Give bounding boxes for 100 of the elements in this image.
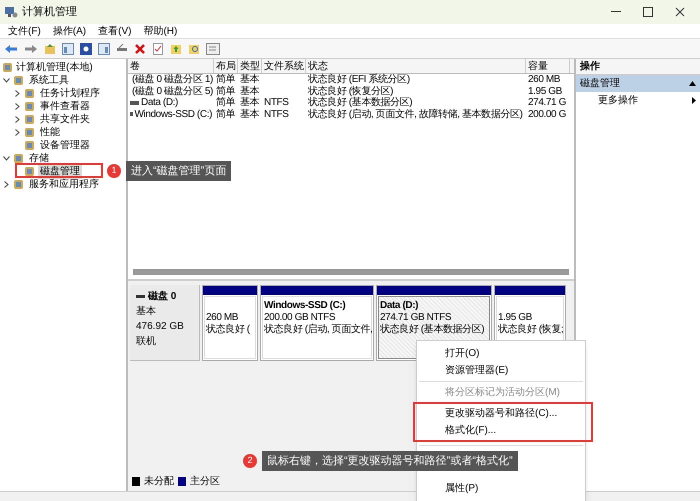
menu-item[interactable]: 查看(V) [94,24,136,38]
column-header[interactable]: 卷 [128,59,214,73]
table-cell-text: 简单 [216,84,236,97]
maximize-icon [643,7,653,17]
horizontal-scrollbar[interactable] [133,269,569,275]
collapsed-caret-icon[interactable] [4,181,8,188]
disk-name: 磁盘 0 [148,290,176,304]
menu-item[interactable]: 资源管理器(E) [417,363,585,378]
section-title: 磁盘管理 [580,77,620,91]
collapsed-caret-icon[interactable] [14,129,20,136]
table-cell-text: 状态良好 (EFI 系统分区) [308,72,410,86]
tree-node-icon [24,101,35,112]
tree-item[interactable]: 任务计划程序 [38,86,102,101]
submenu-arrow-icon [692,96,696,104]
partition-block[interactable]: 260 MB 状态良好 ( [202,285,258,361]
action-item[interactable]: 更多操作 [576,92,700,108]
column-header[interactable]: 状态 [306,59,526,73]
forward-arrow-icon[interactable] [24,44,38,54]
collapsed-caret-icon[interactable] [14,103,20,110]
collapsed-caret-icon[interactable] [14,116,20,123]
table-cell-text: 基本 [240,96,260,108]
menu-item[interactable]: 格式化(F)... [417,423,591,438]
table-cell-text: NTFS [264,96,289,110]
table-cell-text: 状态良好 (恢复分区) [308,84,394,97]
annotation-callout: 进入“磁盘管理”页面 [126,161,232,181]
column-header[interactable]: 容量 [526,59,570,73]
checklist-icon[interactable] [152,42,164,54]
tree-node-icon [13,75,24,86]
expanded-caret-icon[interactable] [2,156,10,161]
collapsed-caret-icon[interactable] [14,90,20,97]
tree-item[interactable]: 计算机管理(本地) [16,60,93,75]
search-folder-icon[interactable] [188,42,200,54]
tree-node-icon [13,153,24,164]
table-cell-text: NTFS [264,108,289,122]
tree-item[interactable]: 设备管理器 [38,138,92,153]
partition-header-bar [203,286,257,295]
disk-status: 联机 [136,334,157,349]
back-arrow-icon[interactable] [4,44,18,54]
disk-size: 476.92 GB [136,320,185,334]
tree-item[interactable]: 系统工具 [27,73,71,88]
table-cell-text: 状态良好 (启动, 页面文件, 故障转储, 基本数据分区) [308,108,523,122]
menu-item[interactable]: 帮助(H) [139,24,182,38]
tree-item[interactable]: 服务和应用程序 [27,177,101,192]
folder-up-icon[interactable] [44,42,56,54]
expanded-caret-icon[interactable] [2,78,10,83]
panel-icon[interactable] [98,42,110,54]
partition-title: Windows-SSD (C:) [264,300,346,312]
partition-block[interactable]: Windows-SSD (C:) 200.00 GB NTFS 状态良好 (启动, 页面文件, [260,285,374,361]
table-cell-text: 基本 [240,72,260,86]
table-cell-text: 基本 [240,108,260,122]
column-header[interactable]: 布局 [214,59,238,73]
table-cell-text: Data (D:) [141,96,178,110]
tree-node-icon [24,166,35,177]
volume-icon [130,112,132,116]
console-tree-icon[interactable] [62,42,74,54]
partition-size: 260 MB [206,312,240,324]
table-cell-text: 简单 [216,72,236,86]
window-title: 计算机管理 [22,4,77,20]
column-header[interactable]: 文件系统 [262,59,306,73]
minimize-icon [611,11,621,13]
menu-item[interactable]: 文件(F) [4,24,45,38]
column-header[interactable]: 类型 [238,59,262,73]
tree-item[interactable]: 共享文件夹 [38,112,92,127]
actions-section-header[interactable]: 磁盘管理 [576,75,700,92]
tree-node-icon [24,140,35,151]
tree-node-icon [24,88,35,99]
menu-item[interactable]: 属性(P) [417,481,585,496]
partition-size: 274.71 GB NTFS [380,312,452,324]
close-icon [675,7,685,17]
actions-title: 操作 [576,59,700,75]
table-cell-text: 简单 [216,96,236,108]
table-cell-text: Windows-SSD (C:) [134,108,212,122]
legend-label: 未分配 [144,474,174,489]
tree-item[interactable]: 事件查看器 [38,99,92,114]
partition-status: 状态良好 (启动, 页面文件, [264,324,370,336]
table-cell-text: (磁盘 0 磁盘分区 1) [132,73,213,86]
annotation-callout: 鼠标右键，选择“更改驱动器号和路径”或者“格式化” [262,451,518,471]
tree-node-icon [24,114,35,125]
tree-item[interactable]: 存储 [27,151,51,166]
tree-item[interactable]: 性能 [38,125,62,140]
partition-title: Data (D:) [380,300,420,312]
tree-node-icon [13,179,24,190]
collapse-caret-icon[interactable] [689,81,696,86]
table-cell-text: 基本 [240,84,260,97]
partition-status: 状态良好 (基本数据分区) [380,324,486,336]
disk-type: 基本 [136,304,157,319]
table-cell-text: (磁盘 0 磁盘分区 5) [132,84,213,98]
table-cell-text: 260 MB [528,73,560,87]
console-window-icon[interactable] [206,42,220,54]
table-cell-text: 简单 [216,108,236,122]
delete-icon[interactable] [134,42,146,54]
menu-item[interactable]: 操作(A) [48,24,90,38]
table-cell-text: 状态良好 (基本数据分区) [308,96,412,108]
table-cell-text: 200.00 G [528,108,566,122]
tree-node-icon [2,62,13,73]
partition-header-bar [495,286,565,295]
partition-size: 1.95 GB [498,312,533,324]
menu-item[interactable]: 更改驱动器号和路径(C)... [417,406,591,421]
partition-status: 状态良好 (恢复; [498,324,562,336]
legend-label: 主分区 [190,474,220,489]
